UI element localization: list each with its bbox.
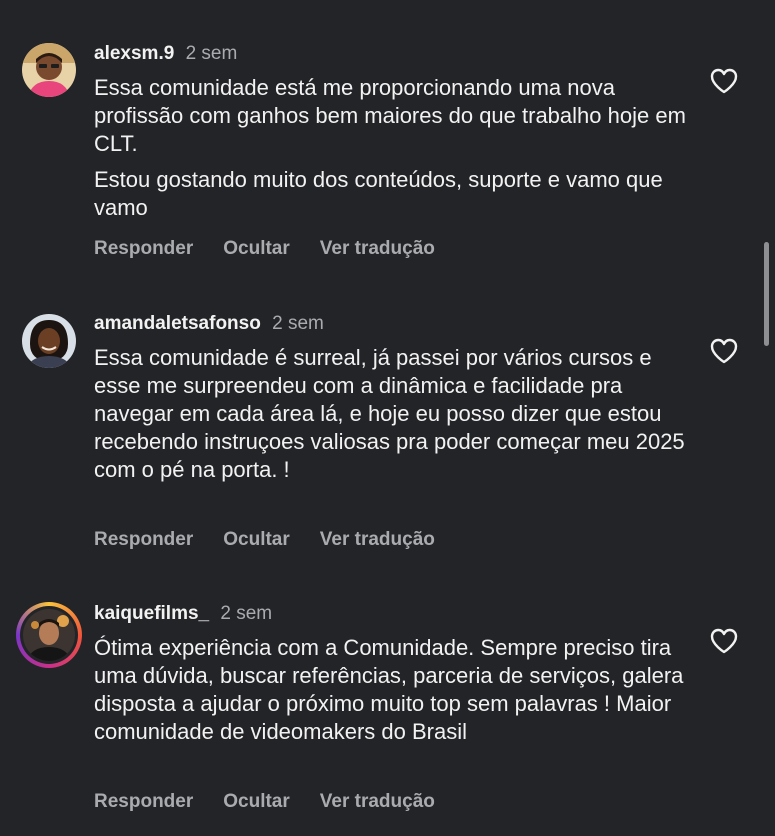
heart-outline-icon[interactable] xyxy=(709,337,739,365)
heart-outline-icon[interactable] xyxy=(709,627,739,655)
username[interactable]: alexsm.9 xyxy=(94,43,174,64)
translate-button[interactable]: Ver tradução xyxy=(320,529,435,550)
timestamp: 2 sem xyxy=(185,43,238,64)
comment-meta: amandaletsafonso 2 sem xyxy=(94,312,324,336)
comment-paragraph: Estou gostando muito dos conteúdos, supo… xyxy=(94,167,663,220)
comment-paragraph: Essa comunidade é surreal, já passei por… xyxy=(94,345,685,482)
avatar[interactable] xyxy=(22,314,76,368)
hide-button[interactable]: Ocultar xyxy=(223,791,290,812)
hide-button[interactable]: Ocultar xyxy=(223,238,290,259)
timestamp: 2 sem xyxy=(220,603,273,624)
scrollbar[interactable] xyxy=(764,242,769,346)
comment-paragraph: Essa comunidade está me proporcionando u… xyxy=(94,75,686,156)
story-ring-gap xyxy=(20,606,78,664)
comment-actions: Responder Ocultar Ver tradução xyxy=(94,237,465,261)
translate-button[interactable]: Ver tradução xyxy=(320,791,435,812)
avatar[interactable] xyxy=(22,43,76,97)
reply-button[interactable]: Responder xyxy=(94,529,193,550)
hide-button[interactable]: Ocultar xyxy=(223,529,290,550)
username[interactable]: amandaletsafonso xyxy=(94,313,261,334)
comment-meta: kaiquefilms_ 2 sem xyxy=(94,602,272,626)
comment-paragraph: Ótima experiência com a Comunidade. Semp… xyxy=(94,635,684,744)
reply-button[interactable]: Responder xyxy=(94,791,193,812)
comment-text: Ótima experiência com a Comunidade. Semp… xyxy=(94,634,694,746)
username[interactable]: kaiquefilms_ xyxy=(94,603,209,624)
comment-actions: Responder Ocultar Ver tradução xyxy=(94,790,465,814)
comment-text: Essa comunidade é surreal, já passei por… xyxy=(94,344,694,484)
timestamp: 2 sem xyxy=(272,313,324,334)
avatar xyxy=(23,609,75,661)
comment-actions: Responder Ocultar Ver tradução xyxy=(94,528,465,552)
translate-button[interactable]: Ver tradução xyxy=(320,238,435,259)
reply-button[interactable]: Responder xyxy=(94,238,193,259)
avatar-with-story-ring[interactable] xyxy=(16,602,82,668)
comment-meta: alexsm.9 2 sem xyxy=(94,42,237,66)
heart-outline-icon[interactable] xyxy=(709,67,739,95)
comment-text: Essa comunidade está me proporcionando u… xyxy=(94,74,694,222)
